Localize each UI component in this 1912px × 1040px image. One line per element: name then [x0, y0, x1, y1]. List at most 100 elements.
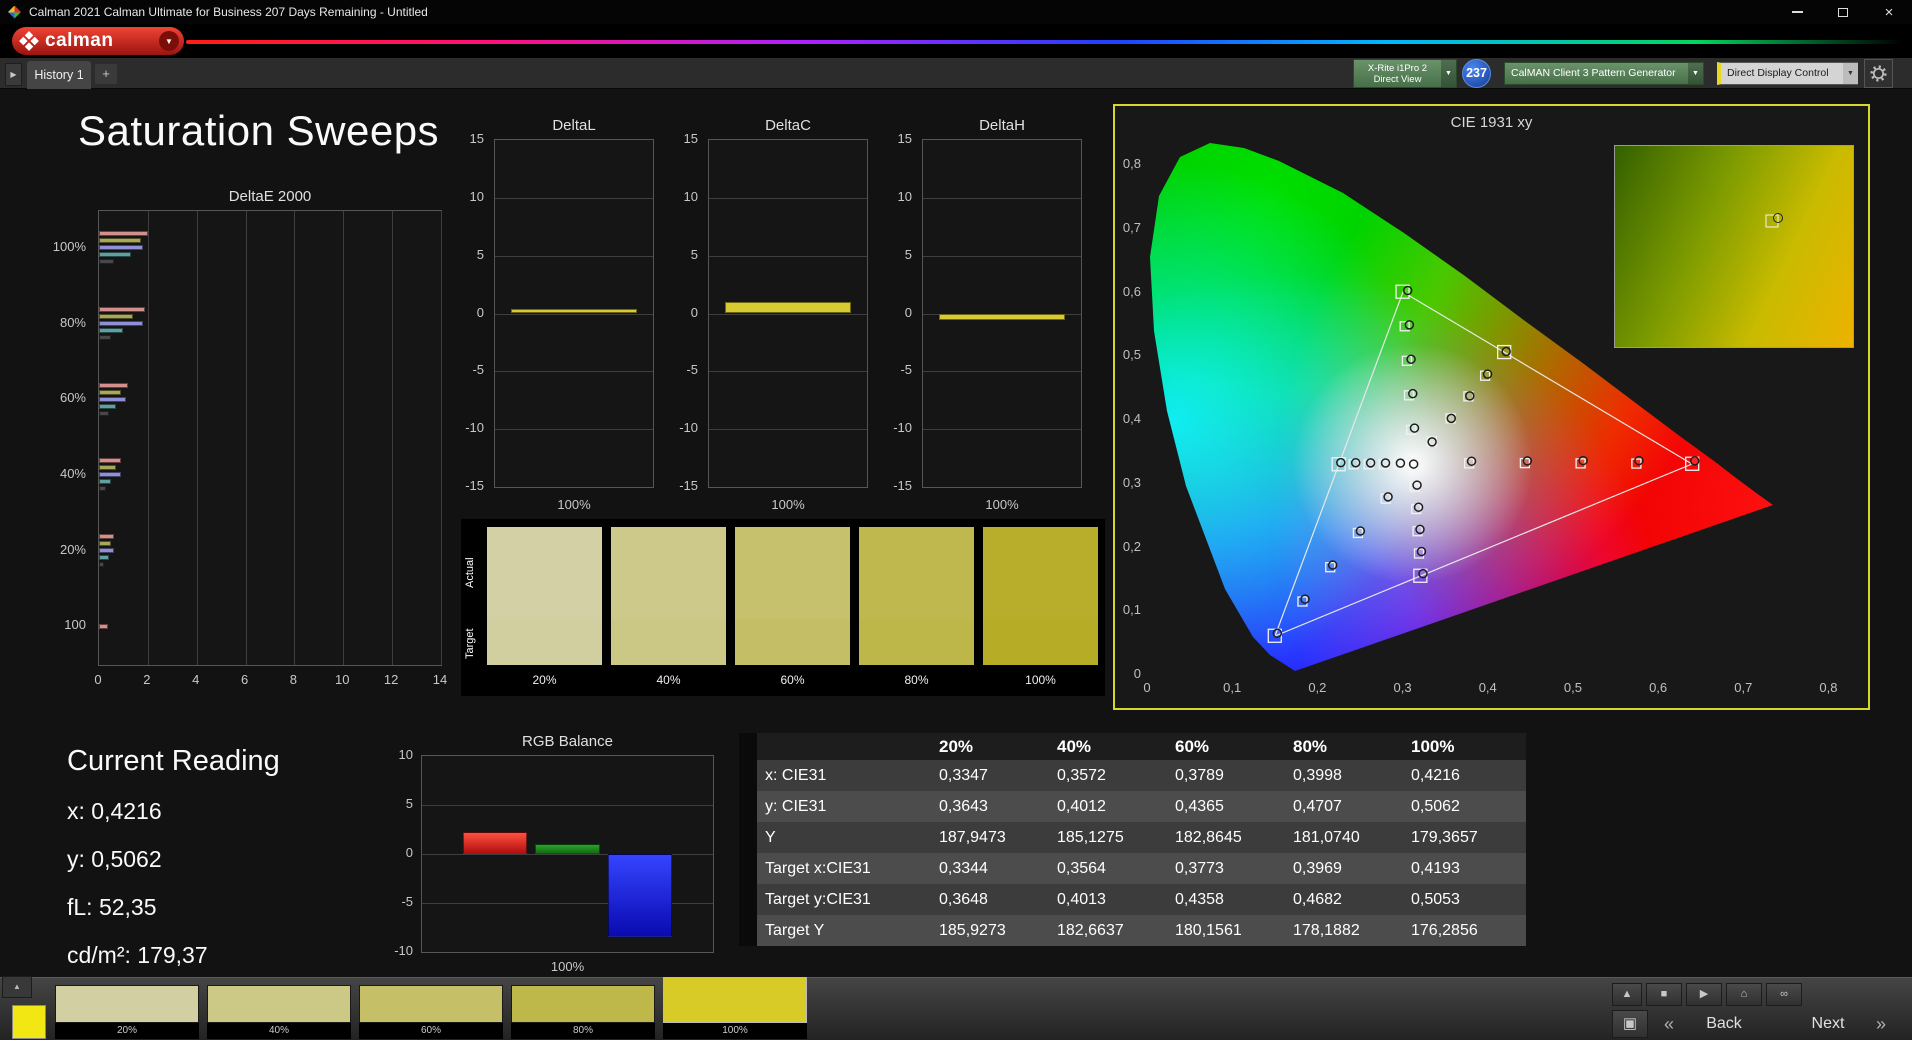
deltae-bar [99, 328, 124, 333]
loop-button[interactable]: ∞ [1766, 983, 1802, 1006]
deltae-group-label: 60% [59, 390, 86, 406]
delta-ytick: 15 [683, 131, 698, 146]
deltae-bar [99, 410, 109, 416]
cie-xtick: 0,4 [1478, 680, 1497, 695]
cie-xlabels: 0 0,1 0,2 0,3 0,4 0,5 0,6 0,7 0,8 [1143, 680, 1837, 696]
delta-gridline [495, 371, 653, 373]
table-cell: 0,3789 [1175, 766, 1224, 784]
delta-ytick: -15 [465, 478, 484, 493]
cie-ytick: 0,3 [1122, 474, 1141, 490]
stop-button[interactable]: ■ [1646, 983, 1682, 1006]
cie-measured-point [1272, 628, 1283, 638]
column-header: 80% [1293, 736, 1328, 756]
pattern-window-button[interactable]: ▣ [1612, 1010, 1648, 1038]
luminance-badge[interactable]: 237 [1462, 59, 1491, 88]
back-chevron-icon[interactable]: « [1656, 1014, 1682, 1035]
row-strip [739, 884, 757, 915]
meter-selector[interactable]: X-Rite i1Pro 2 Direct View ▼ [1353, 59, 1457, 88]
home-button[interactable]: ⌂ [1726, 983, 1762, 1006]
next-button[interactable]: Next [1790, 1015, 1866, 1033]
deltac-chart: DeltaC 15 10 5 0 -5 -10 -15 100% [660, 117, 872, 517]
table-row: x: CIE31 0,3347 0,3572 0,3789 0,3998 0,4216 [739, 760, 1526, 791]
close-button[interactable]: × [1866, 0, 1912, 24]
tab-history-1[interactable]: History 1 [27, 61, 91, 89]
add-tab-button[interactable]: + [95, 64, 117, 84]
delta-ytick: -15 [679, 478, 698, 493]
pattern-generator-label: CalMAN Client 3 Pattern Generator [1511, 67, 1676, 79]
deltae-xtick: 14 [432, 672, 448, 687]
delta-value-bar [510, 308, 638, 314]
deltae-xtick: 4 [192, 672, 200, 687]
deltae-gridline [245, 211, 247, 665]
delta-ytick: 5 [476, 246, 484, 262]
deltae-group-label: 20% [59, 541, 86, 557]
tray-up-button[interactable]: ▲ [1612, 983, 1642, 1006]
deltae-bar [99, 486, 107, 492]
tray-collapse-button[interactable]: ▲ [2, 976, 32, 998]
settings-button[interactable] [1864, 59, 1893, 88]
table-cell: 180,1561 [1175, 921, 1242, 939]
table-cell: 185,1275 [1057, 828, 1124, 846]
row-label: Target y:CIE31 [765, 890, 871, 908]
generator-dropdown-button[interactable]: ▼ [1688, 63, 1703, 84]
actual-swatch [983, 527, 1098, 619]
rgb-ytick: 10 [398, 747, 413, 762]
blue-balance-bar [608, 854, 673, 938]
row-label: Target Y [765, 921, 825, 939]
delta-ytick: 5 [904, 246, 912, 262]
cie-measured-point [1395, 458, 1406, 468]
pattern-swatch-80%[interactable]: 80% [511, 985, 655, 1039]
table-cell: 0,3344 [939, 859, 988, 877]
swatch-column: 80% [859, 527, 974, 695]
delta-value-bar [724, 301, 852, 314]
display-dropdown-button[interactable]: ▼ [1843, 63, 1858, 84]
calman-logo[interactable]: calman ▼ [12, 27, 184, 55]
rgb-ytick: 5 [405, 796, 413, 811]
target-row-label: Target [464, 628, 476, 660]
delta-ytick: 0 [476, 304, 484, 320]
display-control-selector[interactable]: Direct Display Control ▼ [1717, 62, 1858, 85]
rgb-xlabel: 100% [550, 959, 585, 974]
delta-ytick: 5 [690, 246, 698, 262]
pattern-swatch-100%[interactable]: 100% [663, 977, 807, 1039]
cie-measured-point [1300, 594, 1310, 604]
delta-gridline [495, 313, 653, 315]
maximize-button[interactable] [1820, 0, 1866, 24]
deltae-bar [99, 548, 114, 553]
minimize-icon [1791, 11, 1803, 13]
calman-window: Calman 2021 Calman Ultimate for Business… [0, 0, 1912, 1040]
table-corner [739, 733, 757, 760]
deltac-ylabels: 15 10 5 0 -5 -10 -15 [660, 131, 704, 493]
meter-dropdown-button[interactable]: ▼ [1441, 60, 1456, 87]
column-header: 100% [1411, 736, 1455, 756]
back-button[interactable]: Back [1686, 1015, 1762, 1033]
pattern-swatch-40%[interactable]: 40% [207, 985, 351, 1039]
delta-ytick: 10 [683, 188, 698, 204]
cie-measured-point [1402, 285, 1413, 296]
table-cell: 181,0740 [1293, 828, 1360, 846]
red-balance-bar [462, 832, 527, 854]
deltae-plot [98, 210, 442, 666]
expand-panel-button[interactable]: ▶ [5, 63, 22, 86]
cie-measured-point [1689, 456, 1700, 466]
pattern-generator-selector[interactable]: CalMAN Client 3 Pattern Generator ▼ [1504, 62, 1704, 85]
cie-ytick: 0,7 [1122, 220, 1141, 235]
row-strip [739, 853, 757, 884]
deltae-chart-title: DeltaE 2000 [228, 188, 312, 205]
delta-ytick: -5 [900, 362, 912, 378]
table-cell: 0,3564 [1057, 859, 1106, 877]
logo-menu-button[interactable]: ▼ [159, 31, 179, 51]
minimize-button[interactable] [1774, 0, 1820, 24]
cie-measured-point [1416, 546, 1427, 557]
logo-bar: calman ▼ [0, 24, 1912, 58]
pattern-swatch-60%[interactable]: 60% [359, 985, 503, 1039]
deltae-bar [99, 465, 117, 471]
chevron-down-icon: ▼ [1445, 70, 1452, 77]
play-button[interactable]: ▶ [1686, 983, 1722, 1006]
cie-measured-point [1415, 524, 1425, 535]
pattern-swatch-20%[interactable]: 20% [55, 985, 199, 1039]
next-chevron-icon[interactable]: » [1868, 1014, 1894, 1035]
delta-ytick: 0 [690, 304, 698, 320]
delta-gridline [495, 197, 653, 199]
delta-ytick: 15 [469, 131, 484, 146]
